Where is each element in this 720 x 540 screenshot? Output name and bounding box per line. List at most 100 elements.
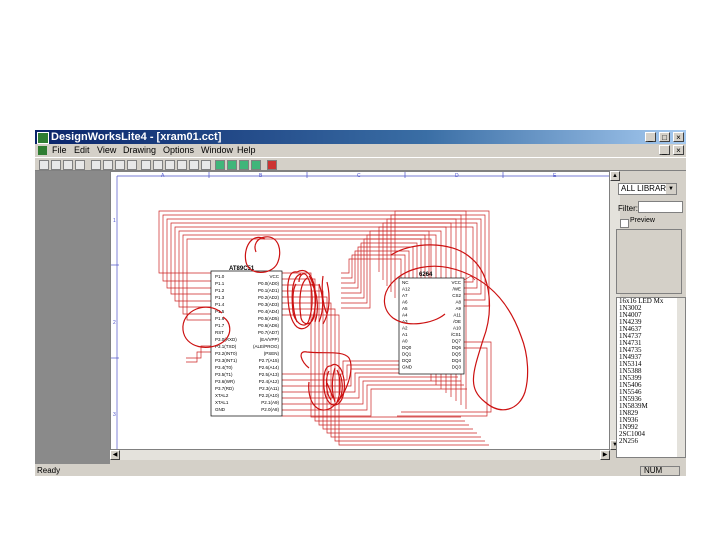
chip2-left-pin-label: A2 [402, 326, 408, 331]
new-icon[interactable] [39, 160, 49, 170]
part-list[interactable]: 16x16 LED Mx 1N3002 1N4007 1N4239 1N4637 1N47… [616, 297, 686, 458]
chip2-right-pin-label: DQ5 [452, 352, 462, 357]
scroll-right-icon[interactable]: ▶ [600, 450, 610, 460]
filter-label: Filter: [618, 204, 638, 213]
print-icon[interactable] [75, 160, 85, 170]
chip1-right-pin-label: P2.2(A10) [259, 393, 280, 398]
chip1-left-pin-label: P3.4(T0) [215, 365, 233, 370]
chip2-left-pin-label: DQ1 [402, 352, 412, 357]
title-bar[interactable]: DesignWorksLite4 - [xram01.cct] _ □ × [35, 130, 686, 144]
chip2-right-pin-label: VCC [451, 280, 461, 285]
menu-drawing[interactable]: Drawing [123, 145, 156, 156]
save-icon[interactable] [63, 160, 73, 170]
num-lock-indicator: NUM [640, 466, 680, 476]
pointer-icon[interactable] [141, 160, 151, 170]
undo-icon[interactable] [127, 160, 137, 170]
open-icon[interactable] [51, 160, 61, 170]
toolbar [35, 157, 686, 171]
app-window: DesignWorksLite4 - [xram01.cct] _ □ × Fi… [35, 130, 686, 476]
preview-checkbox[interactable] [620, 219, 629, 228]
chip1-right-pin-label: P0.3(AD3) [258, 302, 280, 307]
ruler-label: 1 [113, 218, 116, 224]
menu-view[interactable]: View [97, 145, 116, 156]
menu-file[interactable]: File [52, 145, 67, 156]
chip2-right-pin-label: DQ6 [452, 345, 462, 350]
chip1-right-pin-label: P0.0(AD0) [258, 281, 280, 286]
doc-minimize-button[interactable]: _ [659, 145, 670, 155]
filter-input[interactable] [638, 201, 683, 213]
menu-options[interactable]: Options [163, 145, 194, 156]
chip2-left-pin-label: A6 [402, 300, 408, 305]
preview-label: Preview [630, 217, 655, 224]
chip2-left-pin-label: A1 [402, 332, 408, 337]
probe-icon[interactable] [267, 160, 277, 170]
menu-window[interactable]: Window [201, 145, 233, 156]
maximize-button[interactable]: □ [659, 132, 670, 142]
scroll-up-icon[interactable]: ▲ [610, 171, 620, 181]
close-button[interactable]: × [673, 132, 684, 142]
chip1-right-pin-label: (EA/VPP) [260, 337, 280, 342]
menu-edit[interactable]: Edit [74, 145, 90, 156]
chip1-left-pin-label: P3.5(T1) [215, 372, 233, 377]
chip2-right-pin-label: /CS1 [451, 332, 462, 337]
chip1-right-pin-label: P0.5(AD5) [258, 316, 280, 321]
chip1-left-pin-label: P1.1 [215, 281, 225, 286]
menu-help[interactable]: Help [237, 145, 256, 156]
chip1-right-pin-label: P0.4(AD4) [258, 309, 280, 314]
list-scrollbar[interactable] [677, 298, 685, 457]
wire-icon[interactable] [165, 160, 175, 170]
chip1-left-pin-label: P3.6(WR) [215, 379, 235, 384]
pin-icon[interactable] [201, 160, 211, 170]
chip1-left-pin-label: P1.3 [215, 295, 225, 300]
ruler-label: 2 [113, 320, 116, 326]
chip1-left-pin-label: P1.7 [215, 323, 225, 328]
chip1-left-pin-label: P1.4 [215, 302, 225, 307]
chip-name: 6264 [419, 272, 433, 278]
text-icon[interactable] [177, 160, 187, 170]
chip1-left-pin-label: P3.2(INT0) [215, 351, 238, 356]
status-text: Ready [37, 466, 61, 475]
chip1-right-pin-label: P2.3(A11) [259, 386, 279, 391]
plus-icon[interactable] [189, 160, 199, 170]
chip2-left-pin-label: A0 [402, 339, 408, 344]
chip1-left-pin-label: XTAL2 [215, 393, 229, 398]
chip2-left-pin-label: A5 [402, 306, 408, 311]
library-select[interactable]: ALL LIBRAR ▼ [618, 183, 677, 195]
sim-run-icon[interactable] [227, 160, 237, 170]
app-icon[interactable] [37, 132, 49, 144]
doc-close-button[interactable]: × [673, 145, 684, 155]
chip1-right-pin-label: P0.6(AD6) [258, 323, 280, 328]
copy-icon[interactable] [103, 160, 113, 170]
chip1-left-pin-label: XTAL1 [215, 400, 229, 405]
chip1-left-pin-label: P3.7(RD) [215, 386, 234, 391]
chip1-right-pin-label: P2.1(A9) [261, 400, 279, 405]
chip2-right-pin-label: DQ7 [452, 339, 462, 344]
zoom-icon[interactable] [153, 160, 163, 170]
chip1-right-pin-label: P0.7(AD7) [258, 330, 280, 335]
paste-icon[interactable] [115, 160, 125, 170]
chip2-right-pin-label: /WE [453, 287, 462, 292]
sim-pause-icon[interactable] [239, 160, 249, 170]
schematic-canvas[interactable]: A B C D E 1 2 3 AT89C51 P1.0 P1.1 P1.2 P… [110, 171, 610, 450]
chip1-right-pin-label: (ALE/PROG) [253, 344, 280, 349]
chip2-right-pin-label: DQ3 [452, 365, 462, 370]
chip1-right-pin-label: P2.5(A13) [259, 372, 280, 377]
chevron-down-icon[interactable]: ▼ [666, 184, 676, 194]
horizontal-scrollbar[interactable]: ◀ ▶ [110, 450, 610, 460]
chip1-right-pin-label: P2.7(A15) [259, 358, 280, 363]
part-list-item[interactable]: 2N256 [617, 438, 685, 445]
chip1-left-pin-label: P1.2 [215, 288, 225, 293]
chip2-left-pin-label: A4 [402, 313, 408, 318]
scroll-left-icon[interactable]: ◀ [110, 450, 120, 460]
sim-stop-icon[interactable] [251, 160, 261, 170]
sim-step-icon[interactable] [215, 160, 225, 170]
chip2-right-pin-label: CS2 [452, 293, 461, 298]
chip-at89c51[interactable]: AT89C51 P1.0P1.1P1.2P1.3P1.4P1.5P1.6P1.7… [210, 266, 283, 417]
document-icon[interactable] [38, 146, 47, 155]
chip2-left-pin-label: A12 [402, 287, 411, 292]
minimize-button[interactable]: _ [645, 132, 656, 142]
cut-icon[interactable] [91, 160, 101, 170]
chip1-left-pin-label: GND [215, 407, 226, 412]
workspace-background [35, 171, 110, 464]
chip2-right-pin-label: /OE [453, 319, 461, 324]
